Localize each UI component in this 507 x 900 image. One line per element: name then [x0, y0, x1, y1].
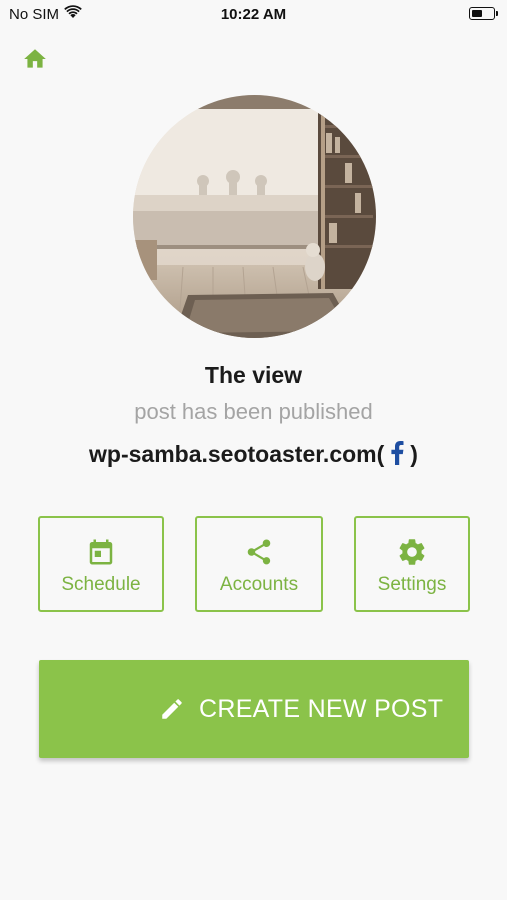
create-new-post-button[interactable]: CREATE NEW POST	[39, 660, 469, 758]
home-icon[interactable]	[22, 46, 48, 72]
pencil-icon	[159, 696, 185, 727]
post-image	[133, 95, 376, 338]
paren-open: (	[376, 441, 385, 467]
post-title: The view	[204, 362, 303, 388]
settings-label: Settings	[377, 574, 447, 595]
clock-time: 10:22 AM	[220, 6, 287, 23]
site-url: wp-samba.seotoaster.com	[89, 441, 377, 467]
facebook-icon[interactable]	[390, 441, 404, 471]
accounts-label: Accounts	[219, 574, 299, 595]
accounts-button[interactable]: Accounts	[195, 516, 323, 612]
settings-button[interactable]: Settings	[354, 516, 470, 612]
status-bar: No SIM 10:22 AM	[0, 0, 507, 28]
calendar-icon	[40, 536, 162, 568]
schedule-label: Schedule	[61, 574, 141, 595]
gear-icon	[356, 536, 468, 568]
battery-icon	[469, 7, 495, 20]
battery-tip	[496, 11, 498, 16]
site-row: wp-samba.seotoaster.com()	[0, 441, 507, 471]
share-icon	[197, 536, 321, 568]
post-status: post has been published	[134, 399, 373, 424]
create-new-post-label: CREATE NEW POST	[199, 695, 444, 723]
paren-close: )	[410, 441, 418, 467]
schedule-button[interactable]: Schedule	[38, 516, 164, 612]
battery-level	[472, 10, 482, 17]
